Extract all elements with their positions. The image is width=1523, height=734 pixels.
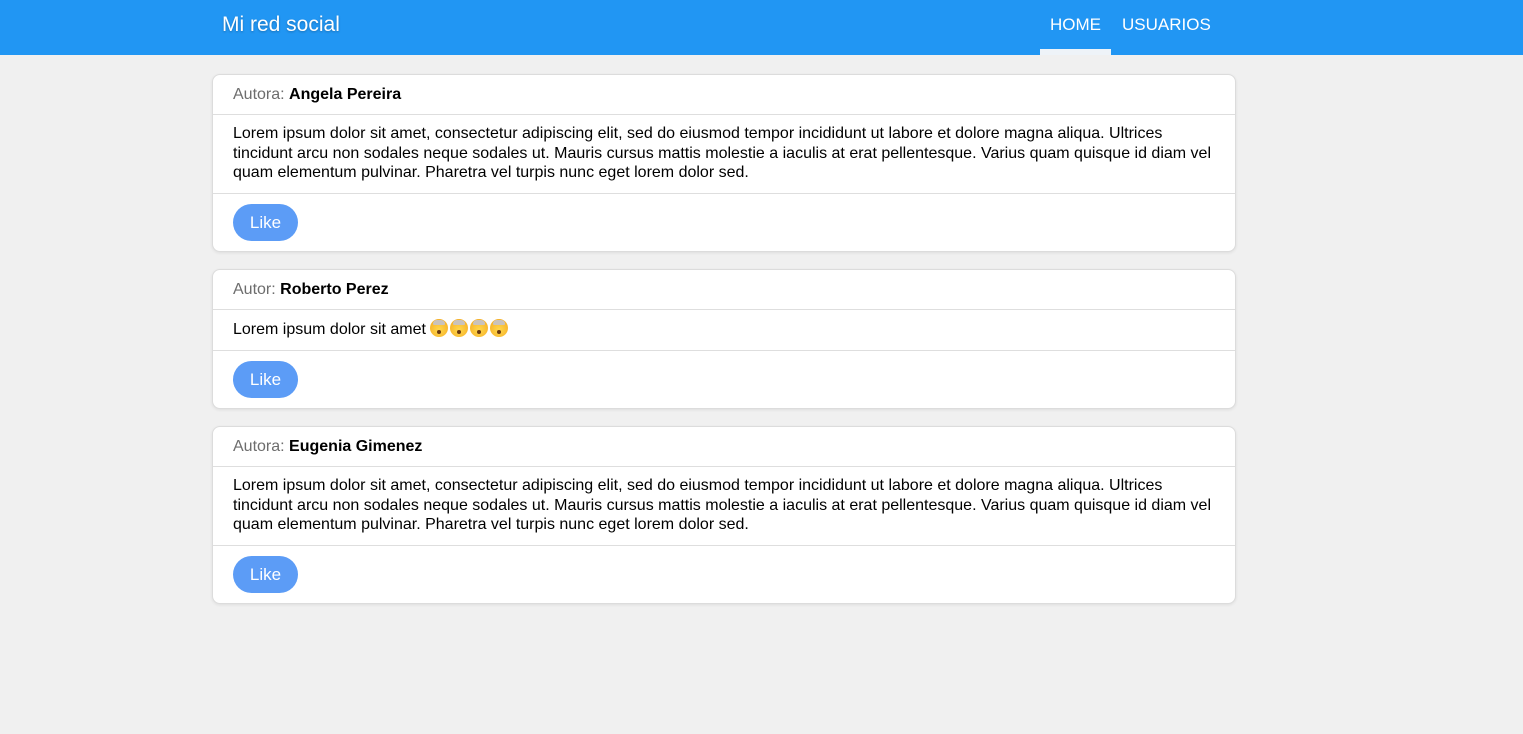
like-button[interactable]: Like <box>233 555 298 593</box>
exploding-head-icon <box>450 319 469 337</box>
post-author-row: Autora: Eugenia Gimenez <box>213 427 1235 467</box>
author-label: Autora: <box>233 438 285 455</box>
post-text: Lorem ipsum dolor sit amet, consectetur … <box>213 467 1235 546</box>
nav-item-usuarios[interactable]: USUARIOS <box>1122 0 1211 55</box>
exploding-head-icon <box>490 319 509 337</box>
post-author-row: Autor: Roberto Perez <box>213 270 1235 310</box>
post-actions: Like <box>213 546 1235 603</box>
post-text-container: Lorem ipsum dolor sit amet <box>213 310 1235 351</box>
nav-item-home-label: HOME <box>1050 15 1101 34</box>
exploding-head-icon <box>470 319 489 337</box>
author-label: Autor: <box>233 281 276 298</box>
nav-item-home[interactable]: HOME <box>1040 0 1111 55</box>
post-card: Autora: Angela Pereira Lorem ipsum dolor… <box>212 74 1236 252</box>
post-text: Lorem ipsum dolor sit amet, consectetur … <box>213 115 1235 194</box>
like-button[interactable]: Like <box>233 360 298 398</box>
active-indicator <box>1040 49 1111 55</box>
like-button[interactable]: Like <box>233 203 298 241</box>
author-name: Angela Pereira <box>289 86 402 103</box>
author-label: Autora: <box>233 86 285 103</box>
navbar: Mi red social HOME USUARIOS <box>0 0 1523 55</box>
post-actions: Like <box>213 194 1235 251</box>
post-author-row: Autora: Angela Pereira <box>213 75 1235 115</box>
brand-title[interactable]: Mi red social <box>222 11 340 39</box>
post-card: Autora: Eugenia Gimenez Lorem ipsum dolo… <box>212 426 1236 604</box>
post-card: Autor: Roberto Perez Lorem ipsum dolor s… <box>212 269 1236 409</box>
author-name: Roberto Perez <box>280 281 389 298</box>
nav-item-usuarios-label: USUARIOS <box>1122 15 1211 34</box>
post-actions: Like <box>213 351 1235 408</box>
author-name: Eugenia Gimenez <box>289 438 423 455</box>
post-text: Lorem ipsum dolor sit amet <box>233 321 426 338</box>
exploding-head-icon <box>430 319 449 337</box>
